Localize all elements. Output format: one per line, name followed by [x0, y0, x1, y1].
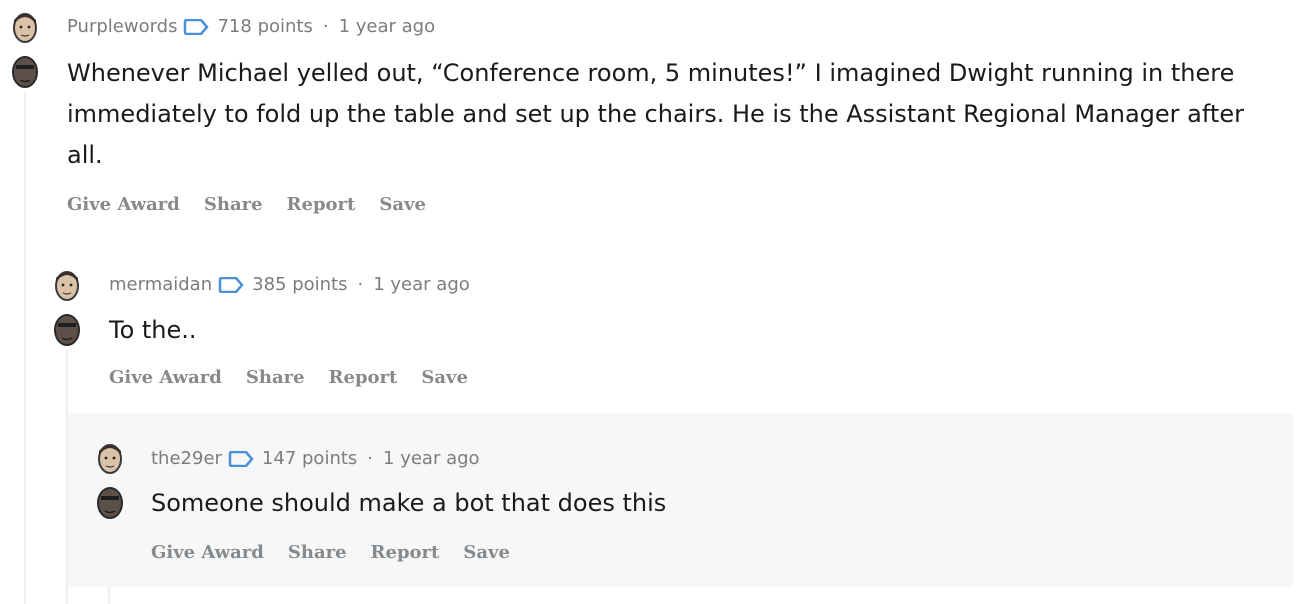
share-button[interactable]: Share: [246, 367, 305, 388]
comment-actions: Give Award Share Report Save: [67, 194, 450, 215]
comment-actions: Give Award Share Report Save: [151, 542, 534, 563]
meta-separator: ·: [322, 16, 329, 37]
comment-body: To the..: [109, 316, 197, 344]
give-award-button[interactable]: Give Award: [109, 367, 222, 388]
jim-face-icon: [12, 13, 38, 88]
share-button[interactable]: Share: [288, 542, 347, 563]
thread-line-level-1[interactable]: [24, 92, 26, 604]
comment-body: Whenever Michael yelled out, “Conference…: [67, 59, 1244, 169]
username-link[interactable]: Purplewords: [67, 16, 177, 37]
report-button[interactable]: Report: [371, 542, 440, 563]
comment-meta: Purplewords 718 points · 1 year ago: [67, 16, 435, 37]
meta-separator: ·: [357, 274, 364, 295]
points-count: 718 points: [217, 16, 313, 37]
timestamp[interactable]: 1 year ago: [373, 274, 470, 295]
avatar[interactable]: [10, 10, 40, 90]
tag-icon: [183, 18, 210, 35]
jim-face-icon: [54, 271, 80, 346]
username-link[interactable]: mermaidan: [109, 274, 212, 295]
tag-icon: [218, 276, 244, 293]
save-button[interactable]: Save: [421, 367, 468, 388]
report-button[interactable]: Report: [329, 367, 398, 388]
give-award-button[interactable]: Give Award: [67, 194, 180, 215]
timestamp[interactable]: 1 year ago: [339, 16, 436, 37]
report-button[interactable]: Report: [287, 194, 356, 215]
jim-face-icon: [97, 444, 123, 519]
tag-icon: [228, 450, 254, 467]
meta-separator: ·: [367, 448, 374, 469]
comment-meta: the29er 147 points · 1 year ago: [151, 448, 480, 469]
avatar[interactable]: [95, 441, 125, 521]
timestamp[interactable]: 1 year ago: [383, 448, 480, 469]
avatar[interactable]: [52, 268, 82, 348]
username-link[interactable]: the29er: [151, 448, 222, 469]
comment-body: Someone should make a bot that does this: [151, 489, 667, 517]
save-button[interactable]: Save: [379, 194, 426, 215]
save-button[interactable]: Save: [463, 542, 510, 563]
points-count: 147 points: [261, 448, 358, 469]
comment-actions: Give Award Share Report Save: [109, 367, 492, 388]
comment-meta: mermaidan 385 points · 1 year ago: [109, 274, 470, 295]
points-count: 385 points: [252, 274, 348, 295]
give-award-button[interactable]: Give Award: [151, 542, 264, 563]
share-button[interactable]: Share: [204, 194, 263, 215]
